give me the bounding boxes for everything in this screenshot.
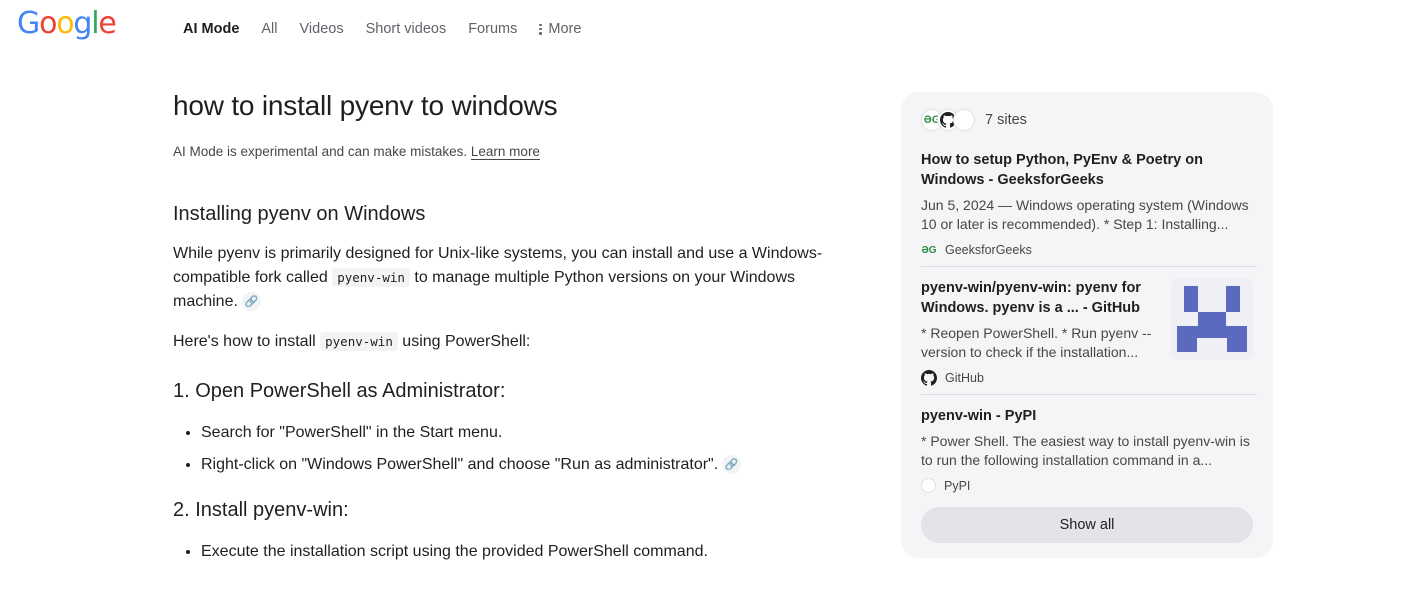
github-thumbnail[interactable] [1171,278,1253,360]
list-item: Execute the installation script using th… [201,540,833,564]
query-heading: how to install pyenv to windows [173,90,558,121]
source-card-pypi[interactable]: pyenv-win - PyPI * Power Shell. The easi… [921,406,1257,493]
source-title[interactable]: pyenv-win/pyenv-win: pyenv for Windows. … [921,278,1161,318]
tab-all[interactable]: All [261,21,277,37]
para2-text-b: using PowerShell: [397,333,531,350]
link-icon[interactable]: 🔗 [241,292,261,312]
source-snippet: * Reopen PowerShell. * Run pyenv --versi… [921,325,1152,360]
source-name: PyPI [944,478,971,493]
source-title[interactable]: pyenv-win - PyPI [921,406,1257,426]
source-name: GitHub [945,371,984,385]
disclaimer: AI Mode is experimental and can make mis… [173,144,833,159]
install-intro: Here's how to install pyenv-win using Po… [173,330,833,354]
para2-text-a: Here's how to install [173,333,321,350]
tab-videos[interactable]: Videos [300,21,344,37]
tab-short-videos[interactable]: Short videos [366,21,447,37]
show-all-button[interactable]: Show all [921,507,1253,543]
learn-more-link[interactable]: Learn more [471,144,540,159]
divider [921,266,1257,267]
source-card-github[interactable]: pyenv-win/pyenv-win: pyenv for Windows. … [921,278,1161,386]
more-label: More [548,21,582,37]
logo-letter: G [17,6,40,41]
github-icon [921,370,937,386]
pyenv-win-code: pyenv-win [332,268,410,287]
step-1-list: Search for "PowerShell" in the Start men… [173,421,833,477]
link-icon[interactable]: 🔗 [722,455,742,475]
list-item: Search for "PowerShell" in the Start men… [201,421,833,445]
pyenv-win-code: pyenv-win [320,332,398,351]
step-1-heading: 1. Open PowerShell as Administrator: [173,380,506,402]
section-title: Installing pyenv on Windows [173,203,426,225]
logo-letter: l [91,6,99,41]
more-menu-button[interactable]: More [539,21,581,37]
sites-count: 7 sites [985,112,1027,128]
source-site: PyPI [921,478,1257,493]
pypi-icon [921,478,936,493]
sources-panel: ƏG 7 sites How to setup Python, PyEnv & … [901,92,1273,558]
source-snippet: * Power Shell. The easiest way to instal… [921,433,1250,468]
tab-forums[interactable]: Forums [468,21,517,37]
google-logo[interactable]: Google [17,6,117,41]
sites-summary[interactable]: ƏG 7 sites [921,109,1027,131]
source-site: GitHub [921,370,1161,386]
list-item: Right-click on "Windows PowerShell" and … [201,453,833,477]
source-site: ƏG GeeksforGeeks [921,242,1257,258]
ai-answer: how to install pyenv to windows AI Mode … [173,90,833,572]
step-2-list: Execute the installation script using th… [173,540,833,564]
source-name: GeeksforGeeks [945,243,1032,257]
list-item-text: Right-click on "Windows PowerShell" and … [201,456,719,473]
tab-ai-mode[interactable]: AI Mode [183,21,239,37]
source-snippet: Jun 5, 2024 — Windows operating system (… [921,197,1249,232]
logo-letter: e [98,6,116,41]
more-vert-icon [539,23,542,35]
source-title[interactable]: How to setup Python, PyEnv & Poetry on W… [921,150,1257,190]
step-2-heading: 2. Install pyenv-win: [173,499,349,521]
search-tabs: AI Mode All Videos Short videos Forums M… [183,21,603,37]
disclaimer-text: AI Mode is experimental and can make mis… [173,144,468,159]
logo-letter: g [73,6,92,41]
geeksforgeeks-icon: ƏG [921,244,937,256]
logo-letter: o [39,6,57,41]
source-card-geeksforgeeks[interactable]: How to setup Python, PyEnv & Poetry on W… [921,150,1257,258]
logo-letter: o [56,6,74,41]
pypi-icon [953,109,975,131]
divider [921,394,1257,395]
intro-paragraph: While pyenv is primarily designed for Un… [173,242,833,314]
